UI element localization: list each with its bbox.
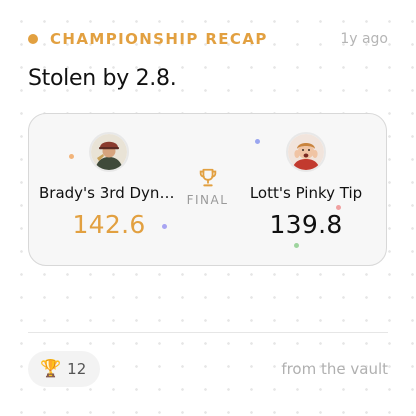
eyebrow: CHAMPIONSHIP RECAP: [28, 30, 268, 48]
kid-avatar-icon: [288, 134, 324, 170]
accent-dot: [28, 34, 38, 44]
trophy-count-button[interactable]: 🏆 12: [28, 351, 101, 387]
timestamp: 1y ago: [340, 31, 388, 47]
team-a-score: 142.6: [72, 210, 146, 239]
confetti-dot: [294, 243, 299, 248]
soldier-avatar-icon: [91, 134, 127, 170]
trophy-emoji-icon: 🏆: [40, 358, 62, 379]
headline: Stolen by 2.8.: [28, 66, 177, 91]
team-a-avatar: [89, 132, 129, 172]
trophy-count: 12: [67, 360, 87, 378]
championship-recap-card: CHAMPIONSHIP RECAP 1y ago Stolen by 2.8.: [0, 0, 416, 416]
team-b-score: 139.8: [269, 210, 343, 239]
eyebrow-label: CHAMPIONSHIP RECAP: [50, 30, 268, 48]
card-header: CHAMPIONSHIP RECAP 1y ago: [28, 28, 388, 50]
trophy-icon: [199, 168, 216, 187]
team-b[interactable]: Lott's Pinky Tip 139.8: [236, 132, 376, 239]
team-b-name: Lott's Pinky Tip: [249, 184, 363, 202]
source-label: from the vault: [281, 360, 388, 378]
team-b-avatar: [286, 132, 326, 172]
card-footer: 🏆 12 from the vault: [28, 351, 388, 387]
status-label: FINAL: [186, 193, 229, 207]
matchup-box[interactable]: Brady's 3rd Dynasty 142.6 FINAL Lott's P…: [28, 113, 387, 266]
footer-divider: [28, 332, 388, 333]
